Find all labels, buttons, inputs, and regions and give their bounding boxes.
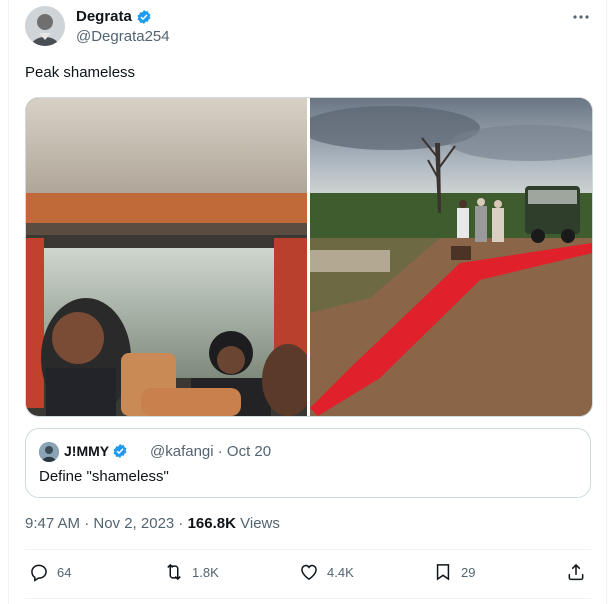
like-count: 4.4K	[327, 564, 354, 580]
share-button[interactable]	[566, 562, 586, 582]
divider	[25, 549, 591, 550]
retweet-icon	[167, 563, 181, 581]
retweet-button[interactable]: 1.8K	[164, 562, 219, 582]
bookmark-icon	[436, 564, 450, 581]
tweet-timestamp[interactable]: 9:47 AM · Nov 2, 2023 ·	[25, 515, 188, 532]
author-handle[interactable]: @Degrata254	[76, 28, 170, 45]
quoted-text: Define "shameless"	[39, 468, 169, 485]
more-icon[interactable]	[572, 8, 590, 26]
quoted-name[interactable]: J!MMY	[64, 443, 109, 459]
like-icon	[301, 564, 317, 580]
reply-count: 64	[57, 564, 72, 580]
retweet-count: 1.8K	[192, 564, 219, 580]
quoted-name-row[interactable]: J!MMY	[64, 443, 128, 459]
verified-icon	[137, 9, 151, 24]
action-bar: 64 1.8K 4.4K 29	[25, 558, 591, 590]
views-count: 166.8K	[187, 515, 236, 532]
bus-interior-photo[interactable]	[26, 98, 314, 416]
quoted-avatar[interactable]	[39, 442, 59, 462]
reply-icon	[31, 564, 47, 582]
reply-button[interactable]: 64	[29, 562, 71, 582]
verified-icon	[113, 444, 127, 458]
views-label: Views	[235, 515, 280, 532]
tweet-meta: 9:47 AM · Nov 2, 2023 · 166.8K Views	[25, 515, 280, 532]
quoted-tweet[interactable]: J!MMY @kafangi · Oct 20 Define "shameles…	[25, 428, 591, 498]
tweet-media[interactable]	[25, 97, 593, 417]
author-name[interactable]: Degrata	[76, 8, 132, 25]
red-carpet-photo[interactable]	[300, 98, 592, 416]
divider	[25, 598, 591, 599]
author-avatar[interactable]	[25, 6, 65, 46]
bookmark-count: 29	[461, 564, 476, 580]
tweet-text: Peak shameless	[25, 64, 136, 81]
bookmark-button[interactable]: 29	[433, 562, 475, 582]
quoted-meta: @kafangi · Oct 20	[150, 443, 272, 460]
like-button[interactable]: 4.4K	[299, 562, 354, 582]
author-name-row[interactable]: Degrata	[76, 8, 152, 25]
share-icon	[568, 563, 584, 581]
